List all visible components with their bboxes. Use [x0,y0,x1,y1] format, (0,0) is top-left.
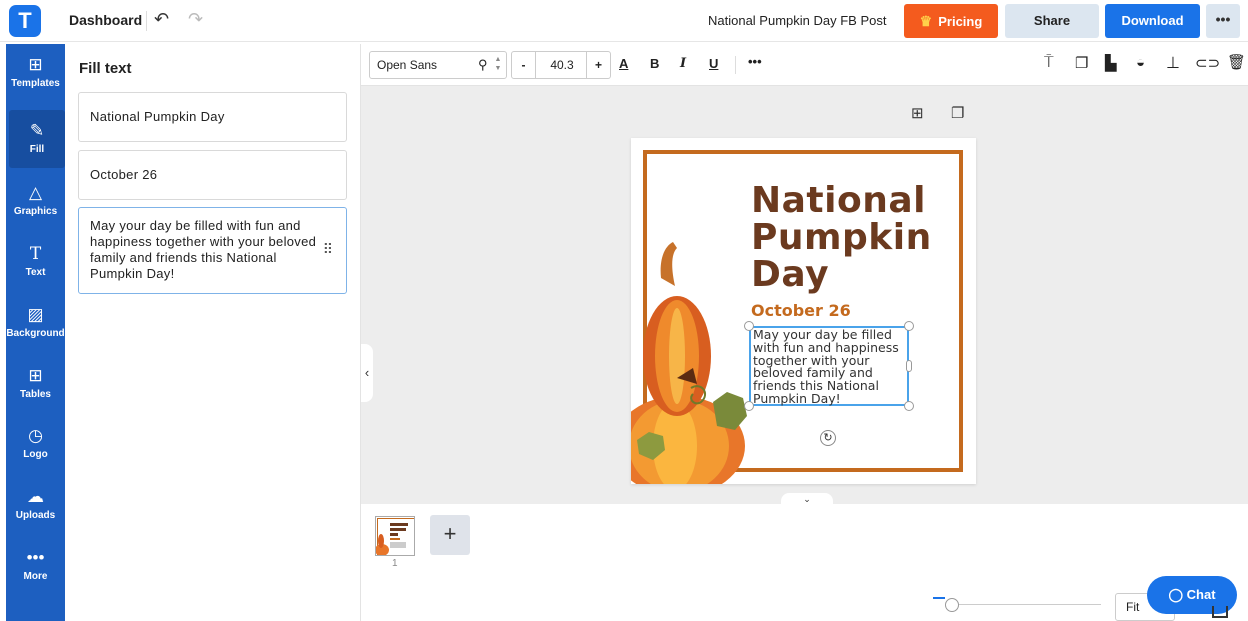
zoom-out-icon[interactable] [933,597,945,599]
app-logo[interactable]: T [9,5,41,37]
link-icon[interactable]: ⊂⊃ [1195,54,1220,72]
sidebar-item-label: Background [6,328,65,339]
chat-label: Chat [1186,587,1216,602]
sidebar-item-label: Logo [23,449,48,460]
divider [735,56,736,74]
design-body-text[interactable]: May your day be filled with fun and happ… [749,326,909,406]
cloud-upload-icon: ☁ [27,487,44,506]
pricing-label: Pricing [938,14,983,29]
opacity-icon[interactable]: ◒ [1136,54,1145,71]
pricing-button[interactable]: ♛ Pricing [904,4,998,38]
bold-icon[interactable]: B [650,56,659,71]
more-text-options-icon[interactable]: ••• [748,54,762,69]
templates-icon: ⊞ [28,55,43,74]
increase-size-button[interactable]: + [586,52,610,78]
sidebar-item-background[interactable]: ▨ Background [6,294,65,352]
resize-handle-right[interactable] [906,360,912,372]
decrease-size-button[interactable]: - [512,52,536,78]
sidebar-item-text[interactable]: T Text [6,233,65,291]
fullscreen-icon[interactable] [1212,606,1228,618]
expand-pages-button[interactable]: ⌄ [781,493,833,504]
text-icon: T [29,244,42,264]
sidebar-item-graphics[interactable]: △ Graphics [6,172,65,230]
document-title[interactable]: National Pumpkin Day FB Post [708,13,886,28]
sidebar-item-label: Graphics [13,206,58,217]
top-bar: T Dashboard ↶ ↷ National Pumpkin Day FB … [0,0,1248,42]
zoom-slider[interactable] [945,604,1101,605]
spinner-icon[interactable]: ▲ ▼ [493,55,503,73]
page-thumbnail[interactable] [375,516,415,556]
copy-icon[interactable]: ❐ [1075,54,1088,72]
underline-icon[interactable]: U [709,56,718,71]
add-page-button[interactable]: + [430,515,470,555]
more-dots-icon: ••• [26,548,45,567]
sidebar-item-label: Tables [20,389,51,400]
sidebar-item-label: Uploads [15,510,56,521]
page-number: 1 [392,558,398,569]
pages-bar: 1 + Fit [361,504,1248,621]
resize-handle-bottom-left[interactable] [744,401,754,411]
rotate-icon[interactable]: ↻ [820,430,836,446]
pencil-icon: ✎ [29,121,45,140]
fill-field-body-text: May your day be filled with fun and happ… [90,218,317,281]
sidebar-item-label: Templates [11,78,60,89]
dashboard-link[interactable]: Dashboard [69,12,142,28]
resize-handle-top-right[interactable] [904,321,914,331]
design-headline[interactable]: National Pumpkin Day [751,182,961,293]
design-page[interactable]: National Pumpkin Day October 26 May your… [631,138,976,484]
share-button[interactable]: Share [1005,4,1099,38]
resize-handle-top-left[interactable] [744,321,754,331]
panel-title: Fill text [79,60,132,77]
sidebar-item-logo[interactable]: ◷ Logo [6,415,65,473]
sidebar-item-uploads[interactable]: ☁ Uploads [6,476,65,534]
download-button[interactable]: Download [1105,4,1200,38]
search-icon[interactable]: ⚲ [478,52,488,78]
chat-bubble-icon: ◯ [1168,587,1187,602]
redo-icon[interactable]: ↷ [188,9,203,30]
table-icon: ⊞ [28,366,43,385]
shapes-icon: △ [28,183,43,202]
crown-icon: ♛ [919,13,933,29]
sidebar-item-label: More [23,571,48,582]
divider [146,11,147,31]
fill-text-panel: Fill text National Pumpkin Day October 2… [65,44,361,621]
fill-field-headline[interactable]: National Pumpkin Day [78,92,347,142]
zoom-slider-handle[interactable] [945,598,959,612]
font-family-value: Open Sans [377,58,438,72]
duplicate-page-icon[interactable]: ❐ [951,104,964,122]
font-family-select[interactable]: Open Sans ⚲ ▲ ▼ [369,51,507,79]
background-icon: ▨ [27,305,44,324]
logo-icon: ◷ [28,426,43,445]
align-icon[interactable]: ⊥ [1166,53,1180,73]
layer-icon[interactable]: ▙ [1105,54,1117,72]
drag-handle-icon[interactable]: ⠿ [323,241,333,257]
paint-roller-icon[interactable]: ⍑ [1044,54,1054,72]
add-page-icon[interactable]: ⊞ [911,104,924,122]
design-date[interactable]: October 26 [751,301,851,320]
undo-icon[interactable]: ↶ [154,9,169,30]
font-size-stepper: - 40.3 + [511,51,611,79]
sidebar-item-label: Fill [29,144,45,155]
sidebar-item-templates[interactable]: ⊞ Templates [6,44,65,102]
sidebar-item-more[interactable]: ••• More [6,537,65,595]
collapse-panel-button[interactable]: ‹ [361,344,373,402]
sidebar-item-tables[interactable]: ⊞ Tables [6,355,65,413]
thumbnail-preview [376,518,414,555]
pumpkin-illustration[interactable] [631,238,761,484]
font-size-input[interactable]: 40.3 [536,52,588,78]
trash-icon[interactable]: 🗑 [1227,53,1246,71]
resize-handle-bottom-right[interactable] [904,401,914,411]
sidebar-item-fill[interactable]: ✎ Fill [9,110,65,168]
fill-field-date[interactable]: October 26 [78,150,347,200]
fill-field-body[interactable]: May your day be filled with fun and happ… [78,207,347,294]
more-options-button[interactable]: ••• [1206,4,1240,38]
italic-icon[interactable]: I [680,56,686,71]
text-toolbar: Open Sans ⚲ ▲ ▼ - 40.3 + A B I U ••• ⍑ ❐ … [361,44,1248,86]
left-sidebar: ⊞ Templates ✎ Fill △ Graphics T Text ▨ B… [6,44,65,621]
text-color-icon[interactable]: A [619,56,628,71]
sidebar-item-label: Text [25,267,46,278]
